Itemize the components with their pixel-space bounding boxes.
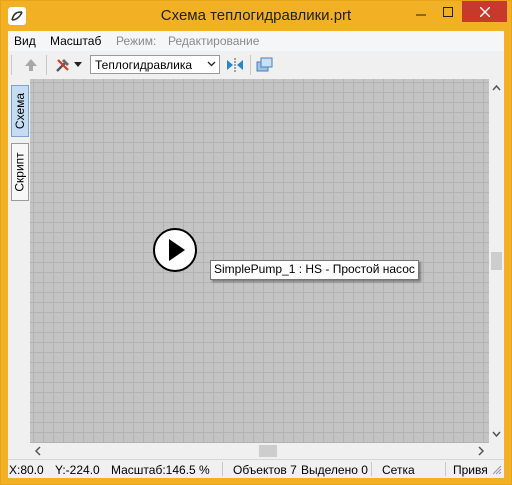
vertical-scrollbar[interactable] [489, 79, 504, 443]
status-separator [371, 462, 372, 476]
toolbar: Теплогидравлика [8, 51, 504, 80]
maximize-icon [442, 6, 453, 17]
status-separator [445, 462, 446, 476]
scroll-right-icon[interactable] [475, 443, 487, 459]
move-up-button[interactable] [20, 54, 42, 76]
menu-scale[interactable]: Масштаб [50, 34, 101, 48]
tab-script[interactable]: Скрипт [11, 143, 29, 201]
flip-button[interactable] [224, 54, 246, 76]
status-separator [222, 462, 223, 476]
menu-bar: Вид Масштаб Режим: Редактирование [8, 31, 504, 51]
horizontal-scrollbar[interactable] [30, 443, 489, 459]
status-objects: Объектов 7 [233, 463, 297, 477]
close-icon [479, 6, 490, 17]
status-snap[interactable]: Привя [453, 463, 488, 477]
scroll-left-icon[interactable] [32, 443, 44, 459]
simple-pump-element[interactable] [153, 228, 197, 272]
menu-view[interactable]: Вид [14, 34, 36, 48]
tab-scheme-label: Схема [13, 92, 28, 130]
section-select[interactable]: Теплогидравлика [90, 55, 220, 74]
scroll-corner [489, 443, 504, 459]
tools-button[interactable] [52, 54, 74, 76]
status-bar: X:80.0 Y:-224.0 Масштаб:146.5 % Объектов… [8, 459, 504, 478]
dropdown-icon [74, 62, 82, 67]
section-select-value: Теплогидравлика [95, 58, 193, 72]
tab-scheme[interactable]: Схема [11, 85, 29, 137]
mode-label: Режим: [116, 34, 157, 48]
scroll-up-icon[interactable] [489, 82, 504, 94]
vertical-scroll-thumb[interactable] [491, 252, 502, 270]
toolbar-separator [250, 55, 251, 75]
resize-grip-icon[interactable] [492, 465, 502, 475]
tab-script-label: Скрипт [13, 152, 28, 192]
layers-button[interactable] [254, 54, 276, 76]
minimize-icon [415, 14, 426, 15]
chevron-down-icon [207, 61, 216, 67]
maximize-button[interactable] [434, 1, 461, 22]
tools-icon [56, 59, 69, 72]
close-button[interactable] [462, 1, 507, 22]
horizontal-scroll-thumb[interactable] [259, 445, 277, 457]
flip-icon [227, 58, 243, 72]
toolbar-grip [11, 55, 12, 75]
client-area: Вид Масштаб Режим: Редактирование Теплог… [8, 31, 504, 478]
layers-icon [256, 57, 273, 72]
element-tooltip: SimplePump_1 : HS - Простой насос [210, 260, 419, 280]
status-scale: Масштаб:146.5 % [111, 463, 210, 477]
play-icon [169, 239, 185, 261]
status-selected: Выделено 0 [301, 463, 368, 477]
tools-dropdown-button[interactable] [72, 54, 84, 76]
minimize-button[interactable] [407, 1, 434, 22]
title-bar[interactable]: Схема теплогидравлики.prt [1, 1, 511, 31]
scroll-down-icon[interactable] [489, 428, 504, 440]
side-tab-strip: Схема Скрипт [8, 79, 30, 459]
status-grid[interactable]: Сетка [382, 463, 415, 477]
app-window: Схема теплогидравлики.prt Вид Масштаб Ре… [0, 0, 512, 485]
status-y: Y:-224.0 [55, 463, 100, 477]
toolbar-separator [46, 55, 47, 75]
mode-value: Редактирование [168, 34, 260, 48]
arrow-up-icon [25, 59, 37, 71]
status-x: X:80.0 [9, 463, 44, 477]
